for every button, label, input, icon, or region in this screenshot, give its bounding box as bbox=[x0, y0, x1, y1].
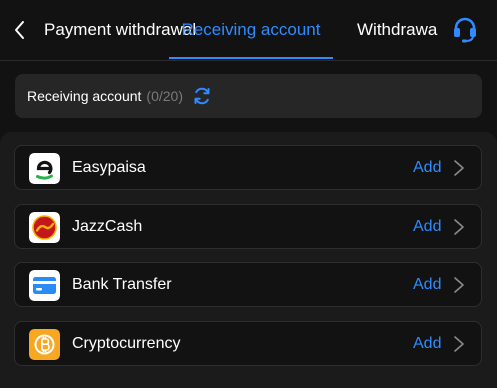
tab-receiving-account[interactable]: Receiving account bbox=[167, 0, 335, 61]
jazzcash-logo-icon bbox=[29, 211, 60, 243]
chevron-right-icon bbox=[454, 218, 464, 235]
summary-title: Receiving account bbox=[27, 88, 142, 104]
tab-payment-withdrawal[interactable]: Payment withdrawal bbox=[44, 0, 196, 61]
account-summary-bar: Receiving account (0/20) bbox=[15, 74, 482, 118]
back-button[interactable] bbox=[8, 18, 32, 42]
active-tab-indicator bbox=[169, 57, 333, 59]
payment-method-list: Easypaisa Add JazzCash Add Bank Transfer… bbox=[14, 145, 482, 379]
tabs-scroller[interactable]: Payment withdrawal Receiving account Wit… bbox=[44, 0, 438, 61]
tab-label: Withdrawal history bbox=[357, 20, 438, 39]
account-count: (0/20) bbox=[146, 88, 183, 104]
method-row-jazzcash[interactable]: JazzCash Add bbox=[14, 203, 482, 249]
add-jazzcash-button[interactable]: Add bbox=[413, 218, 441, 236]
bank-card-icon bbox=[29, 270, 60, 301]
refresh-icon bbox=[194, 87, 210, 105]
payment-methods-panel: Easypaisa Add JazzCash Add Bank Transfer… bbox=[0, 132, 497, 388]
method-name: Bank Transfer bbox=[72, 276, 172, 293]
method-row-cryptocurrency[interactable]: Cryptocurrency Add bbox=[14, 320, 482, 366]
method-name: JazzCash bbox=[72, 217, 143, 235]
tab-withdrawal-history[interactable]: Withdrawal history bbox=[335, 0, 438, 61]
add-cryptocurrency-button[interactable]: Add bbox=[413, 335, 441, 353]
method-row-bank-transfer[interactable]: Bank Transfer Add bbox=[14, 262, 482, 307]
headset-icon bbox=[454, 17, 476, 43]
tabs-track: Payment withdrawal Receiving account Wit… bbox=[44, 0, 438, 61]
header-divider bbox=[0, 60, 497, 61]
tab-label: Receiving account bbox=[181, 20, 321, 39]
bitcoin-icon bbox=[29, 328, 60, 360]
chevron-right-icon bbox=[454, 335, 464, 352]
add-easypaisa-button[interactable]: Add bbox=[413, 159, 441, 177]
chevron-right-icon bbox=[454, 160, 464, 176]
customer-support-button[interactable] bbox=[450, 14, 480, 44]
easypaisa-logo-icon bbox=[29, 153, 60, 184]
chevron-right-icon bbox=[454, 277, 464, 293]
add-bank-transfer-button[interactable]: Add bbox=[413, 276, 441, 294]
top-nav: Payment withdrawal Receiving account Wit… bbox=[0, 0, 497, 61]
app-screen: Payment withdrawal Receiving account Wit… bbox=[0, 0, 497, 388]
method-name: Cryptocurrency bbox=[72, 334, 181, 352]
method-name: Easypaisa bbox=[72, 159, 146, 176]
chevron-left-icon bbox=[15, 21, 24, 39]
refresh-button[interactable] bbox=[191, 85, 213, 107]
method-row-easypaisa[interactable]: Easypaisa Add bbox=[14, 145, 482, 190]
